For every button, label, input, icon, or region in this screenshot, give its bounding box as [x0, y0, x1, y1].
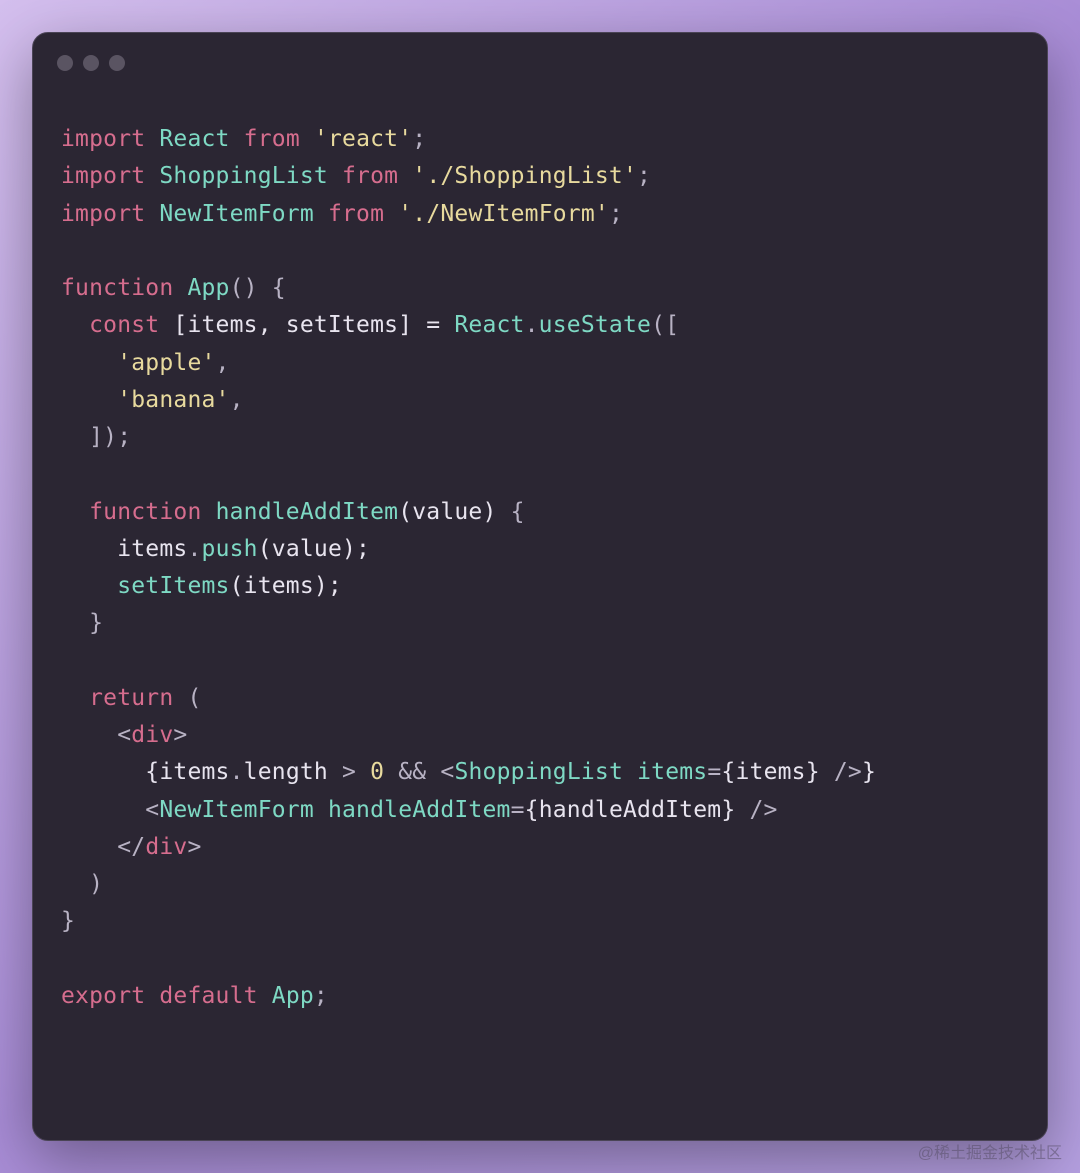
code-line: setItems(items); [61, 573, 342, 599]
code-line: const [items, setItems] = React.useState… [61, 312, 679, 338]
code-line: function handleAddItem(value) { [61, 499, 525, 525]
code-line: ) [61, 871, 103, 897]
code-line: </div> [61, 834, 202, 860]
code-line: ]); [61, 424, 131, 450]
code-line: } [61, 610, 103, 636]
code-line: {items.length > 0 && <ShoppingList items… [61, 759, 876, 785]
code-line: items.push(value); [61, 536, 370, 562]
code-line: export default App; [61, 983, 328, 1009]
code-line: import ShoppingList from './ShoppingList… [61, 163, 651, 189]
code-line: import NewItemForm from './NewItemForm'; [61, 201, 623, 227]
code-block: import React from 'react'; import Shoppi… [33, 93, 1047, 1043]
traffic-light-close-icon[interactable] [57, 55, 73, 71]
watermark-text: @稀土掘金技术社区 [918, 1139, 1062, 1163]
traffic-light-zoom-icon[interactable] [109, 55, 125, 71]
code-line: } [61, 908, 75, 934]
traffic-light-minimize-icon[interactable] [83, 55, 99, 71]
window-titlebar [33, 33, 1047, 93]
code-line: return ( [61, 685, 202, 711]
code-line: <div> [61, 722, 187, 748]
code-line: import React from 'react'; [61, 126, 426, 152]
code-window: import React from 'react'; import Shoppi… [32, 32, 1048, 1141]
code-line: <NewItemForm handleAddItem={handleAddIte… [61, 797, 778, 823]
code-line: 'banana', [61, 387, 244, 413]
code-line: function App() { [61, 275, 286, 301]
code-line: 'apple', [61, 350, 230, 376]
